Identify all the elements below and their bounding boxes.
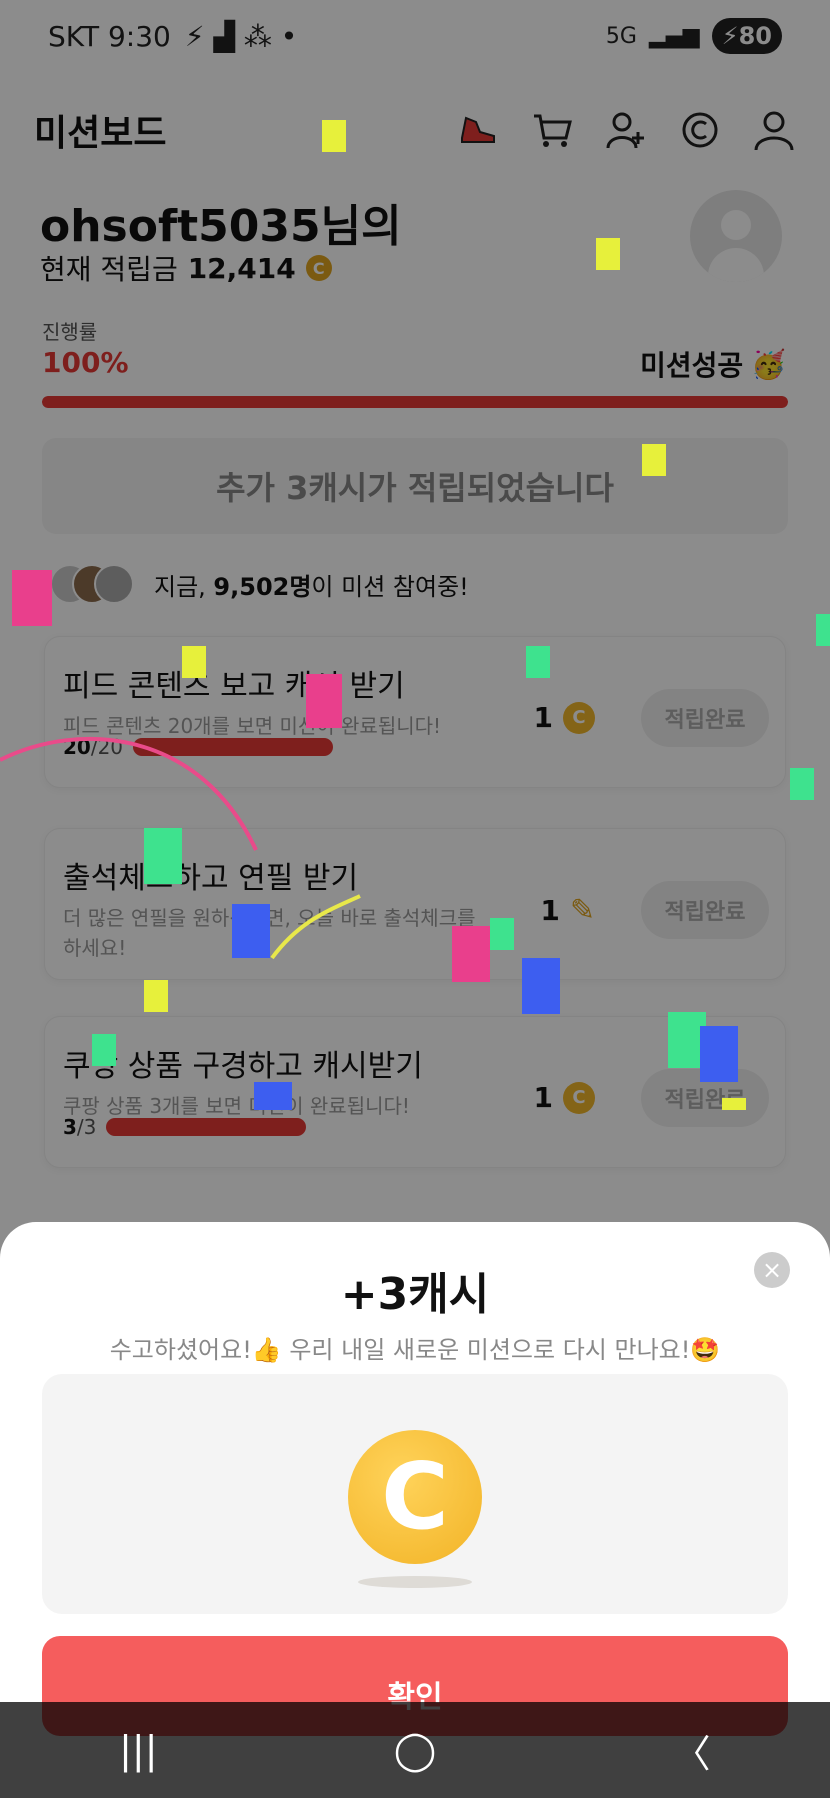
confetti-piece xyxy=(596,238,620,270)
confetti-piece xyxy=(254,1082,292,1110)
sheet-subtitle: 수고하셨어요!👍 우리 내일 새로운 미션으로 다시 만나요!🤩 xyxy=(109,1336,721,1364)
coin-illustration-box: C xyxy=(42,1374,788,1614)
home-icon[interactable]: ◯ xyxy=(375,1728,455,1772)
confetti-piece xyxy=(522,958,560,1014)
recent-apps-icon[interactable]: ||| xyxy=(98,1728,178,1772)
confetti-piece xyxy=(144,828,182,884)
confetti-piece xyxy=(144,980,168,1012)
big-coin-icon: C xyxy=(348,1430,482,1564)
confetti-piece xyxy=(452,926,490,982)
confetti-piece xyxy=(816,614,830,646)
confetti-piece xyxy=(490,918,514,950)
confetti-piece xyxy=(700,1026,738,1082)
confetti-piece xyxy=(322,120,346,152)
confetti-piece xyxy=(12,570,52,626)
confetti-piece xyxy=(182,646,206,678)
confetti-piece xyxy=(526,646,550,678)
confetti-piece xyxy=(306,674,342,728)
confetti-streamer xyxy=(0,736,361,960)
confetti-piece xyxy=(92,1034,116,1066)
confetti-piece xyxy=(722,1098,746,1110)
confetti-piece xyxy=(642,444,666,476)
confetti-piece xyxy=(232,904,270,958)
confetti-piece xyxy=(790,768,814,800)
big-coin-glyph: C xyxy=(381,1443,449,1550)
back-icon[interactable]: 〈 xyxy=(652,1723,732,1778)
close-icon[interactable]: × xyxy=(754,1252,790,1288)
coin-shadow xyxy=(358,1576,472,1588)
system-nav-bar: ||| ◯ 〈 xyxy=(0,1702,830,1798)
sheet-title: +3캐시 xyxy=(340,1269,490,1320)
